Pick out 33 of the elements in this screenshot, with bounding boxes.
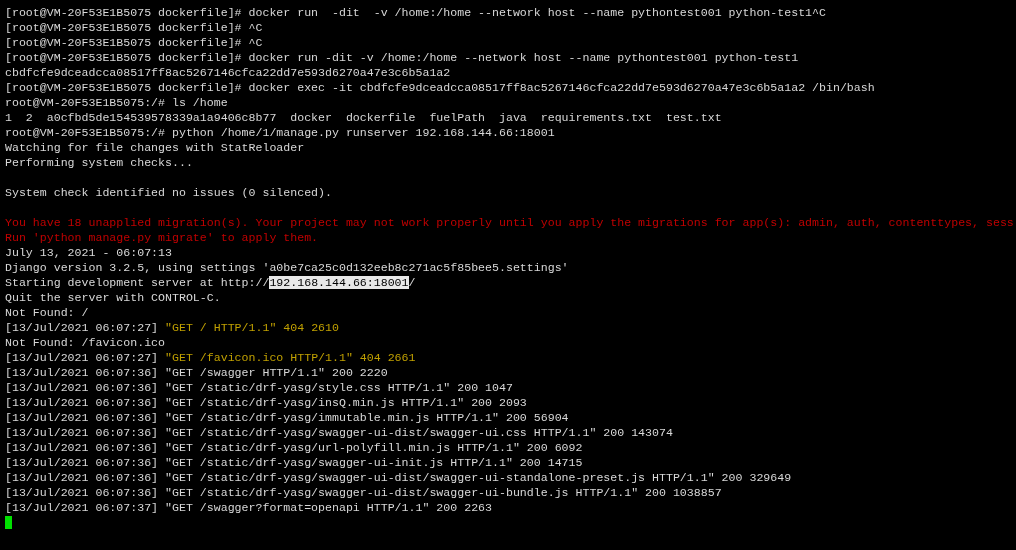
terminal-line: [13/Jul/2021 06:07:36] "GET /static/drf-yasg/immutable.min.js HTTP/1.1" 200 56904: [5, 410, 569, 425]
terminal-line: You have 18 unapplied migration(s). Your project may not work properly until you apply the migrations for app(s): admin, auth, contenttypes, sess: [5, 215, 1014, 230]
terminal-line: Run 'python manage.py migrate' to apply them.: [5, 230, 319, 245]
terminal-line: Starting development server at http://192.168.144.66:18001/: [5, 275, 416, 290]
terminal-line: Django version 3.2.5, using settings 'a0be7ca25c0d132eeb8c271ac5f85bee5.settings': [5, 260, 569, 275]
terminal-line: Performing system checks...: [5, 155, 193, 170]
terminal-line: [root@VM-20F53E1B5075 dockerfile]# docker run -dit -v /home:/home --network host --name pythontest001 python-test1: [5, 50, 799, 65]
terminal-line: [13/Jul/2021 06:07:36] "GET /static/drf-yasg/style.css HTTP/1.1" 200 1047: [5, 380, 513, 395]
terminal-line: [13/Jul/2021 06:07:36] "GET /static/drf-yasg/insQ.min.js HTTP/1.1" 200 2093: [5, 395, 527, 410]
terminal-line: Watching for file changes with StatReloader: [5, 140, 305, 155]
terminal-line: [root@VM-20F53E1B5075 dockerfile]# docker run -dit -v /home:/home --network host --name pythontest001 python-test1^C: [5, 5, 826, 20]
terminal-line: Not Found: /: [5, 305, 89, 320]
terminal-line: Quit the server with CONTROL-C.: [5, 290, 221, 305]
terminal-line: July 13, 2021 - 06:07:13: [5, 245, 172, 260]
terminal-line: root@VM-20F53E1B5075:/# ls /home: [5, 95, 228, 110]
terminal-line: [root@VM-20F53E1B5075 dockerfile]# docker exec -it cbdfcfe9dceadcca08517ff8ac5267146cfca22dd7e593d6270a47e3c6b5a1a2 /bin/bash: [5, 80, 875, 95]
terminal-line: [root@VM-20F53E1B5075 dockerfile]# ^C: [5, 20, 263, 35]
terminal-line: [13/Jul/2021 06:07:27] "GET /favicon.ico HTTP/1.1" 404 2661: [5, 350, 416, 365]
terminal-line: [13/Jul/2021 06:07:27] "GET / HTTP/1.1" 404 2610: [5, 320, 339, 335]
terminal-line: [13/Jul/2021 06:07:36] "GET /static/drf-yasg/url-polyfill.min.js HTTP/1.1" 200 6092: [5, 440, 583, 455]
terminal-line: cbdfcfe9dceadcca08517ff8ac5267146cfca22dd7e593d6270a47e3c6b5a1a2: [5, 65, 451, 80]
cursor-icon: [5, 516, 12, 529]
terminal-line: [root@VM-20F53E1B5075 dockerfile]# ^C: [5, 35, 263, 50]
terminal-line: 1 2 a0cfbd5de154539578339a1a9406c8b77 docker dockerfile fuelPath java requirements.txt test.txt: [5, 110, 722, 125]
terminal-line: [13/Jul/2021 06:07:36] "GET /static/drf-yasg/swagger-ui-dist/swagger-ui-standalone-preset.js HTTP/1.1" 200 329649: [5, 470, 792, 485]
terminal-line: [13/Jul/2021 06:07:36] "GET /static/drf-yasg/swagger-ui-init.js HTTP/1.1" 200 14715: [5, 455, 583, 470]
terminal-line: Not Found: /favicon.ico: [5, 335, 166, 350]
terminal-line: [13/Jul/2021 06:07:36] "GET /static/drf-yasg/swagger-ui-dist/swagger-ui.css HTTP/1.1" 200 143074: [5, 425, 673, 440]
terminal-line: [13/Jul/2021 06:07:37] "GET /swagger?format=openapi HTTP/1.1" 200 2263: [5, 500, 493, 515]
terminal-line: System check identified no issues (0 silenced).: [5, 185, 332, 200]
terminal-line: [13/Jul/2021 06:07:36] "GET /swagger HTTP/1.1" 200 2220: [5, 365, 388, 380]
terminal-line: root@VM-20F53E1B5075:/# python /home/1/manage.py runserver 192.168.144.66:18001: [5, 125, 555, 140]
terminal-line: [13/Jul/2021 06:07:36] "GET /static/drf-yasg/swagger-ui-dist/swagger-ui-bundle.js HTTP/1.1" 200 1038857: [5, 485, 722, 500]
